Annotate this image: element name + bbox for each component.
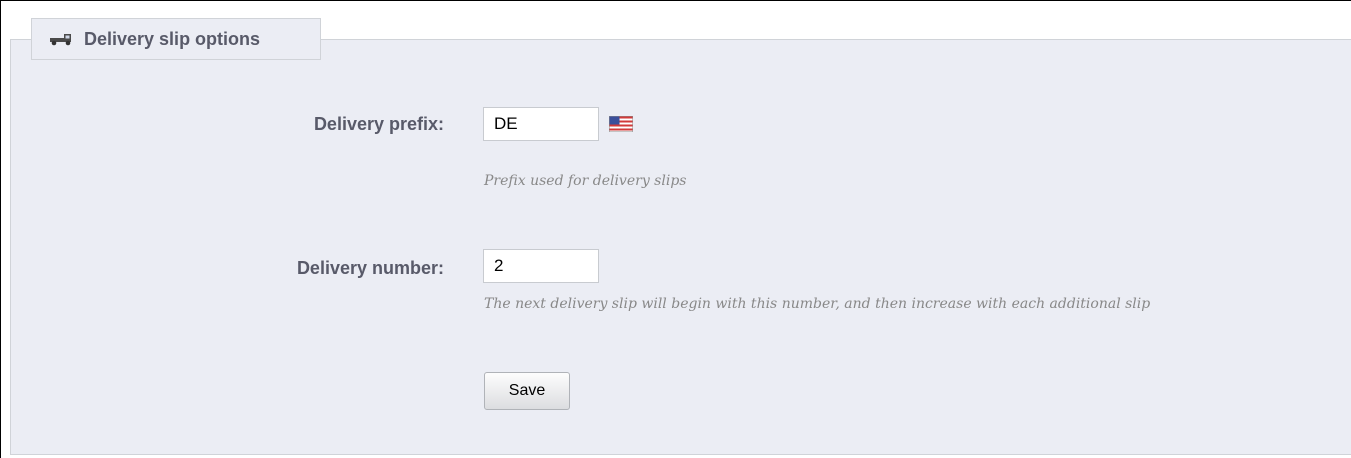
fieldset-legend: Delivery slip options <box>31 18 321 60</box>
page-frame: Delivery slip options Delivery prefix: D… <box>0 0 1351 458</box>
delivery-slip-fieldset <box>10 39 1351 455</box>
delivery-number-label: Delivery number: <box>296 258 444 278</box>
save-button[interactable]: Save <box>484 372 570 410</box>
delivery-prefix-label: Delivery prefix: <box>313 114 444 134</box>
delivery-prefix-input[interactable]: DE <box>483 107 599 141</box>
delivery-number-help: The next delivery slip will begin with t… <box>484 296 1151 312</box>
fieldset-title: Delivery slip options <box>84 28 261 49</box>
truck-icon <box>50 32 74 46</box>
delivery-prefix-help: Prefix used for delivery slips <box>484 173 687 189</box>
delivery-number-input[interactable]: 2 <box>483 249 599 283</box>
us-flag-icon[interactable] <box>608 115 634 133</box>
